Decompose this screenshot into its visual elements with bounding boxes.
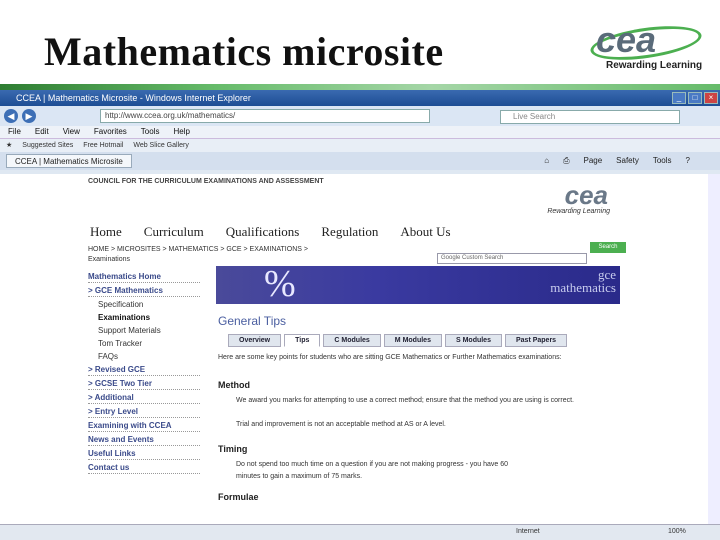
maximize-button[interactable]: □ [688,92,702,104]
nav-qualifications[interactable]: Qualifications [226,224,300,240]
tab-overview[interactable]: Overview [228,334,282,347]
menu-view[interactable]: View [63,126,80,138]
banner-mathematics: mathematics [550,280,616,295]
page-heading: General Tips [218,314,287,328]
sidebar: Mathematics Home > GCE Mathematics Speci… [88,272,200,477]
intro-text: Here are some key points for students wh… [218,354,562,361]
logo-mark: cea [596,19,657,60]
nav-about-us[interactable]: About Us [400,224,450,240]
sidebar-item-links[interactable]: Useful Links [88,449,200,460]
site-search-input[interactable]: Google Custom Search [437,253,587,264]
forward-button[interactable]: ▶ [22,109,36,123]
sidebar-item-additional[interactable]: > Additional [88,393,200,404]
status-bar: Internet 100% [0,524,720,540]
sidebar-item-faqs[interactable]: FAQs [88,352,200,362]
tab-row: CCEA | Mathematics Microsite ⌂ ⎙ Page Sa… [0,152,720,170]
site-logo[interactable]: cea [565,180,608,211]
window-title: CCEA | Mathematics Microsite - Windows I… [16,93,251,103]
vertical-scrollbar[interactable] [708,174,720,524]
sidebar-item-specification[interactable]: Specification [88,300,200,310]
toolbar-safety[interactable]: Safety [616,156,639,166]
ccea-site: COUNCIL FOR THE CURRICULUM EXAMINATIONS … [80,174,628,524]
page-content: COUNCIL FOR THE CURRICULUM EXAMINATIONS … [0,174,720,524]
sidebar-item-entry-level[interactable]: > Entry Level [88,407,200,418]
slide-title: Mathematics microsite [44,29,444,74]
main-nav: Home Curriculum Qualifications Regulatio… [90,224,451,240]
sidebar-item-contact[interactable]: Contact us [88,463,200,474]
sidebar-item-examinations[interactable]: Examinations [88,313,200,323]
sidebar-item-tracker[interactable]: Tom Tracker [88,339,200,349]
favorites-star-icon[interactable]: ★ [6,139,12,152]
fav-suggested-sites[interactable]: Suggested Sites [22,139,73,152]
timing-bullet-2: minutes to gain a maximum of 75 marks. [236,473,363,480]
sidebar-item-support[interactable]: Support Materials [88,326,200,336]
content-tabs: Overview Tips C Modules M Modules S Modu… [228,334,568,347]
nav-curriculum[interactable]: Curriculum [144,224,204,240]
sidebar-item-news[interactable]: News and Events [88,435,200,446]
status-zone: Internet [516,528,540,535]
gce-banner: % gce mathematics [216,266,620,304]
breadcrumb-current: Examinations [88,256,131,263]
cea-logo: cea Rewarding Learning [588,19,704,82]
close-button[interactable]: × [704,92,718,104]
tab-past-papers[interactable]: Past Papers [504,334,568,347]
menu-tools[interactable]: Tools [141,126,160,138]
tab-tips[interactable]: Tips [284,334,321,347]
logo-tagline: Rewarding Learning [606,60,703,71]
menu-file[interactable]: File [8,126,21,138]
toolbar-page[interactable]: Page [583,156,602,166]
browser-window: CCEA | Mathematics Microsite - Windows I… [0,90,720,540]
live-search-input[interactable]: Live Search [500,110,680,124]
home-icon[interactable]: ⌂ [544,156,549,166]
banner-text: gce mathematics [550,268,616,294]
method-bullet-2: Trial and improvement is not an acceptab… [236,421,446,428]
sidebar-item-revised-gce[interactable]: > Revised GCE [88,365,200,376]
tab-c-modules[interactable]: C Modules [323,334,381,347]
fav-free-hotmail[interactable]: Free Hotmail [83,139,123,152]
site-search-button[interactable]: Search [590,242,626,253]
sidebar-item-home[interactable]: Mathematics Home [88,272,200,283]
formulae-heading: Formulae [218,492,259,502]
menu-bar: File Edit View Favorites Tools Help [0,126,720,138]
nav-home[interactable]: Home [90,224,122,240]
help-icon[interactable]: ? [686,156,690,166]
method-bullet-1: We award you marks for attempting to use… [236,397,574,404]
tab-m-modules[interactable]: M Modules [383,334,442,347]
sidebar-item-gcse[interactable]: > GCSE Two Tier [88,379,200,390]
minimize-button[interactable]: _ [672,92,686,104]
browser-tab[interactable]: CCEA | Mathematics Microsite [6,154,132,168]
sidebar-item-gce[interactable]: > GCE Mathematics [88,286,200,297]
zoom-level[interactable]: 100% [668,525,686,539]
site-logo-tag: Rewarding Learning [547,208,610,215]
back-button[interactable]: ◀ [4,109,18,123]
menu-help[interactable]: Help [173,126,189,138]
timing-heading: Timing [218,444,248,454]
menu-favorites[interactable]: Favorites [94,126,127,138]
timing-bullet-1: Do not spend too much time on a question… [236,461,508,468]
address-bar[interactable]: http://www.ccea.org.uk/mathematics/ [100,109,430,123]
menu-edit[interactable]: Edit [35,126,49,138]
percent-symbol: % [264,266,296,304]
window-titlebar: CCEA | Mathematics Microsite - Windows I… [0,90,720,106]
tab-s-modules[interactable]: S Modules [444,334,502,347]
toolbar-tools[interactable]: Tools [653,156,672,166]
sidebar-item-examining[interactable]: Examining with CCEA [88,421,200,432]
print-icon[interactable]: ⎙ [563,156,569,166]
fav-web-slice-gallery[interactable]: Web Slice Gallery [133,139,189,152]
nav-regulation[interactable]: Regulation [321,224,378,240]
council-header: COUNCIL FOR THE CURRICULUM EXAMINATIONS … [88,178,324,185]
method-heading: Method [218,380,250,390]
favorites-bar: ★ Suggested Sites Free Hotmail Web Slice… [0,138,720,152]
